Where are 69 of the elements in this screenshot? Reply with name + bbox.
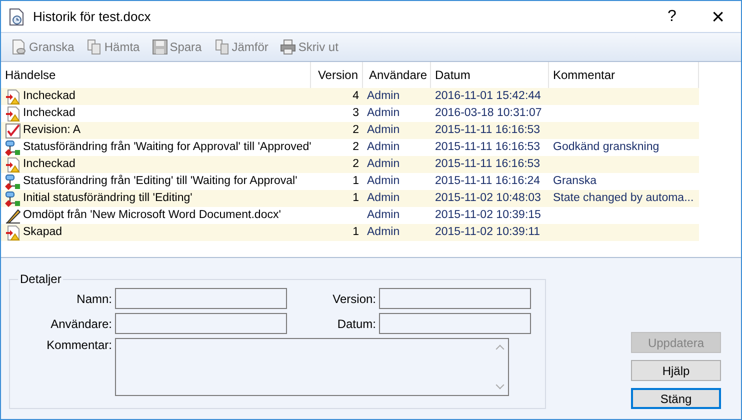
comment-cell-text: Granska bbox=[552, 174, 598, 189]
date-cell-text: 2015-11-02 10:39:15 bbox=[434, 208, 542, 223]
document-copy-icon bbox=[86, 39, 102, 55]
documents-icon bbox=[214, 39, 230, 55]
date-cell-text: 2016-11-01 15:42:44 bbox=[434, 89, 542, 104]
version-cell-text: 1 bbox=[352, 225, 360, 240]
user-cell-text: Admin bbox=[366, 106, 401, 121]
date-field[interactable] bbox=[379, 313, 531, 334]
version-cell-text: 2 bbox=[352, 140, 360, 155]
dialog-button[interactable]: Hjälp bbox=[631, 360, 721, 381]
document-arrow-icon bbox=[5, 156, 21, 172]
event-cell-text: Initial statusförändring till 'Editing' bbox=[23, 191, 192, 206]
event-cell-text: Statusförändring från 'Waiting for Approval' till 'Approved' bbox=[23, 140, 311, 155]
dialog-button[interactable]: Stäng bbox=[631, 388, 721, 409]
date-cell-text: 2015-11-11 16:16:53 bbox=[434, 123, 542, 138]
workflow-icon bbox=[5, 140, 21, 156]
date-cell-text: 2016-03-18 10:31:07 bbox=[434, 106, 543, 121]
user-cell-text: Admin bbox=[366, 174, 401, 189]
user-cell-text: Admin bbox=[366, 157, 401, 172]
event-cell-text: Incheckad bbox=[23, 157, 76, 172]
document-arrow-icon bbox=[5, 88, 21, 104]
version-cell-text: 2 bbox=[352, 123, 360, 138]
checkmark-icon bbox=[5, 122, 21, 138]
version-cell-text: 1 bbox=[352, 191, 360, 206]
user-cell-text: Admin bbox=[366, 191, 401, 206]
field-label: Namn: bbox=[76, 292, 112, 306]
user-cell-text: Admin bbox=[366, 225, 401, 240]
user-cell-text: Admin bbox=[366, 140, 401, 155]
comment-field[interactable] bbox=[115, 338, 509, 396]
document-arrow-icon bbox=[5, 224, 21, 240]
group-title: Detaljer bbox=[19, 272, 62, 286]
document-clock-icon bbox=[9, 8, 25, 26]
event-cell-text: Skapad bbox=[23, 225, 62, 240]
help-button[interactable]: ? bbox=[649, 1, 695, 32]
field-label: Version: bbox=[332, 292, 376, 306]
date-cell-text: 2015-11-02 10:48:03 bbox=[434, 191, 542, 206]
comment-cell-text: State changed by automa... bbox=[552, 191, 695, 206]
user-cell-text: Admin bbox=[366, 208, 401, 223]
field-label: Datum: bbox=[336, 316, 376, 330]
printer-icon bbox=[280, 39, 296, 55]
version-cell-text: 3 bbox=[352, 106, 360, 121]
date-cell-text: 2015-11-11 16:16:53 bbox=[434, 157, 542, 172]
save-icon bbox=[152, 39, 168, 55]
field-label: Kommentar: bbox=[46, 338, 112, 352]
workflow-icon bbox=[5, 190, 21, 206]
version-cell-text: 4 bbox=[352, 89, 360, 104]
event-cell-text: Statusförändring från 'Editing' till 'Waiting for Approval' bbox=[23, 174, 298, 189]
date-cell-text: 2015-11-11 16:16:53 bbox=[434, 140, 542, 155]
version-cell-text: 1 bbox=[352, 174, 360, 189]
document-eye-icon bbox=[11, 39, 27, 55]
document-arrow-icon bbox=[5, 106, 21, 122]
field-label: Användare: bbox=[50, 316, 112, 330]
event-cell-text: Incheckad bbox=[23, 89, 76, 104]
pencil-icon bbox=[5, 208, 21, 224]
event-cell-text: Revision: A bbox=[23, 123, 81, 138]
user-cell-text: Admin bbox=[366, 123, 401, 138]
date-cell-text: 2015-11-11 16:16:24 bbox=[434, 174, 542, 189]
user-field[interactable] bbox=[115, 313, 287, 334]
event-cell-text: Omdöpt från 'New Microsoft Word Document.docx' bbox=[23, 208, 281, 223]
version-cell-text: 2 bbox=[352, 157, 360, 172]
workflow-icon bbox=[5, 174, 21, 190]
user-cell-text: Admin bbox=[366, 89, 401, 104]
date-cell-text: 2015-11-02 10:39:11 bbox=[434, 225, 542, 240]
window-title: Historik för test.docx bbox=[33, 9, 152, 24]
event-cell-text: Incheckad bbox=[23, 106, 76, 121]
version-field[interactable] bbox=[379, 288, 531, 309]
comment-cell-text: Godkänd granskning bbox=[552, 140, 660, 155]
close-button[interactable]: × bbox=[695, 1, 741, 32]
name-field[interactable] bbox=[115, 288, 287, 309]
